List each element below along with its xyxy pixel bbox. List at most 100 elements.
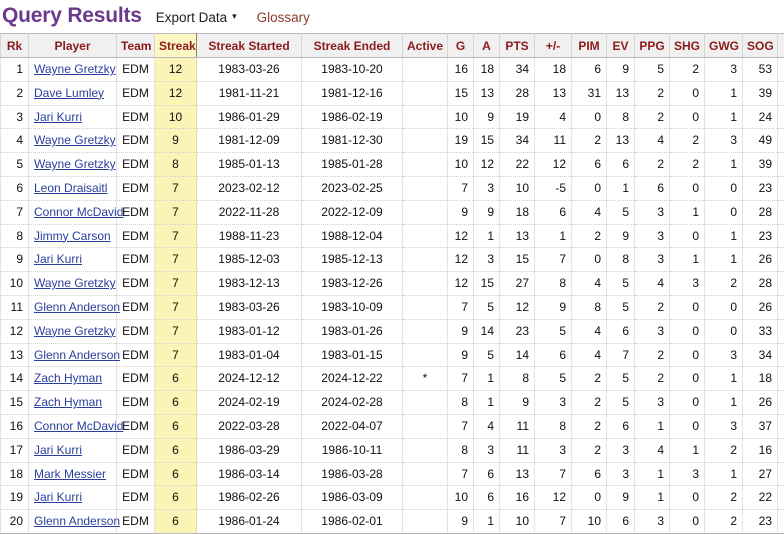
cell-rk: 2 <box>1 81 29 105</box>
cell-active <box>403 391 448 415</box>
player-link[interactable]: Zach Hyman <box>34 371 102 385</box>
player-link[interactable]: Dave Lumley <box>34 86 104 100</box>
cell-pts: 11 <box>500 414 535 438</box>
cell-pm: 8 <box>535 414 572 438</box>
cell-shg: 0 <box>670 224 705 248</box>
cell-ev: 8 <box>607 105 635 129</box>
player-link[interactable]: Glenn Anderson <box>34 300 120 314</box>
player-link[interactable]: Wayne Gretzky <box>34 276 116 290</box>
column-header-start[interactable]: Streak Started <box>197 34 302 58</box>
cell-rk: 10 <box>1 272 29 296</box>
cell-gwg: 1 <box>705 367 743 391</box>
cell-g: 7 <box>448 462 474 486</box>
cell-ppg: 2 <box>635 153 670 177</box>
cell-ppg: 2 <box>635 81 670 105</box>
cell-pm: 6 <box>535 200 572 224</box>
player-link[interactable]: Wayne Gretzky <box>34 324 116 338</box>
column-header-gwg[interactable]: GWG <box>705 34 743 58</box>
cell-shg: 2 <box>670 153 705 177</box>
player-link[interactable]: Glenn Anderson <box>34 348 120 362</box>
column-header-team[interactable]: Team <box>117 34 155 58</box>
cell-pim: 4 <box>572 319 607 343</box>
page-title: Query Results <box>2 0 142 29</box>
glossary-link[interactable]: Glossary <box>257 10 310 25</box>
column-header-ev[interactable]: EV <box>607 34 635 58</box>
player-link[interactable]: Connor McDavid <box>34 419 123 433</box>
cell-a: 9 <box>474 200 500 224</box>
cell-ev: 5 <box>607 391 635 415</box>
cell-streak: 7 <box>155 343 197 367</box>
cell-ev: 3 <box>607 438 635 462</box>
cell-gwg: 2 <box>705 438 743 462</box>
column-header-pts[interactable]: PTS <box>500 34 535 58</box>
cell-player: Leon Draisaitl <box>29 176 117 200</box>
cell-a: 1 <box>474 367 500 391</box>
cell-g: 16 <box>448 58 474 82</box>
column-header-shg[interactable]: SHG <box>670 34 705 58</box>
player-link[interactable]: Jimmy Carson <box>34 229 111 243</box>
cell-active <box>403 319 448 343</box>
cell-end: 1981-12-30 <box>302 129 403 153</box>
column-header-pm[interactable]: +/- <box>535 34 572 58</box>
player-link[interactable]: Jari Kurri <box>34 443 82 457</box>
cell-g: 10 <box>448 105 474 129</box>
cell-player: Jimmy Carson <box>29 224 117 248</box>
cell-end: 1986-03-09 <box>302 486 403 510</box>
cell-rk: 20 <box>1 510 29 534</box>
column-header-player[interactable]: Player <box>29 34 117 58</box>
cell-streak: 7 <box>155 224 197 248</box>
player-link[interactable]: Jari Kurri <box>34 252 82 266</box>
cell-rk: 12 <box>1 319 29 343</box>
cell-start: 2024-12-12 <box>197 367 302 391</box>
cell-end: 2022-04-07 <box>302 414 403 438</box>
table-row: 11Glenn AndersonEDM71983-03-261983-10-09… <box>1 295 784 319</box>
column-header-rk[interactable]: Rk <box>1 34 29 58</box>
cell-start: 2023-02-12 <box>197 176 302 200</box>
cell-player: Connor McDavid <box>29 414 117 438</box>
cell-toi <box>778 343 784 367</box>
cell-shg: 1 <box>670 248 705 272</box>
cell-a: 9 <box>474 105 500 129</box>
player-link[interactable]: Leon Draisaitl <box>34 181 107 195</box>
column-header-streak[interactable]: Streak <box>155 34 197 58</box>
cell-g: 12 <box>448 248 474 272</box>
cell-rk: 1 <box>1 58 29 82</box>
column-header-sog[interactable]: SOG <box>743 34 778 58</box>
cell-rk: 5 <box>1 153 29 177</box>
cell-g: 7 <box>448 414 474 438</box>
column-header-end[interactable]: Streak Ended <box>302 34 403 58</box>
cell-gwg: 3 <box>705 343 743 367</box>
cell-end: 1986-02-01 <box>302 510 403 534</box>
cell-start: 2022-03-28 <box>197 414 302 438</box>
cell-toi <box>778 462 784 486</box>
column-header-pim[interactable]: PIM <box>572 34 607 58</box>
player-link[interactable]: Connor McDavid <box>34 205 123 219</box>
cell-ev: 9 <box>607 486 635 510</box>
cell-player: Mark Messier <box>29 462 117 486</box>
player-link[interactable]: Jari Kurri <box>34 490 82 504</box>
cell-a: 18 <box>474 58 500 82</box>
page-toolbar: Query Results Export Data▾ Glossary <box>0 0 784 33</box>
table-row: 16Connor McDavidEDM62022-03-282022-04-07… <box>1 414 784 438</box>
player-link[interactable]: Wayne Gretzky <box>34 157 116 171</box>
cell-g: 15 <box>448 81 474 105</box>
player-link[interactable]: Wayne Gretzky <box>34 62 116 76</box>
column-header-active[interactable]: Active <box>403 34 448 58</box>
cell-streak: 7 <box>155 200 197 224</box>
player-link[interactable]: Glenn Anderson <box>34 514 120 528</box>
player-link[interactable]: Jari Kurri <box>34 110 82 124</box>
cell-active <box>403 129 448 153</box>
column-header-a[interactable]: A <box>474 34 500 58</box>
player-link[interactable]: Wayne Gretzky <box>34 133 116 147</box>
cell-active <box>403 58 448 82</box>
column-header-g[interactable]: G <box>448 34 474 58</box>
cell-g: 9 <box>448 510 474 534</box>
player-link[interactable]: Zach Hyman <box>34 395 102 409</box>
export-data-menu[interactable]: Export Data▾ <box>156 10 237 25</box>
column-header-toi[interactable]: TOI <box>778 34 784 58</box>
cell-shg: 1 <box>670 200 705 224</box>
cell-pim: 0 <box>572 105 607 129</box>
column-header-ppg[interactable]: PPG <box>635 34 670 58</box>
player-link[interactable]: Mark Messier <box>34 467 106 481</box>
cell-pm: 13 <box>535 81 572 105</box>
